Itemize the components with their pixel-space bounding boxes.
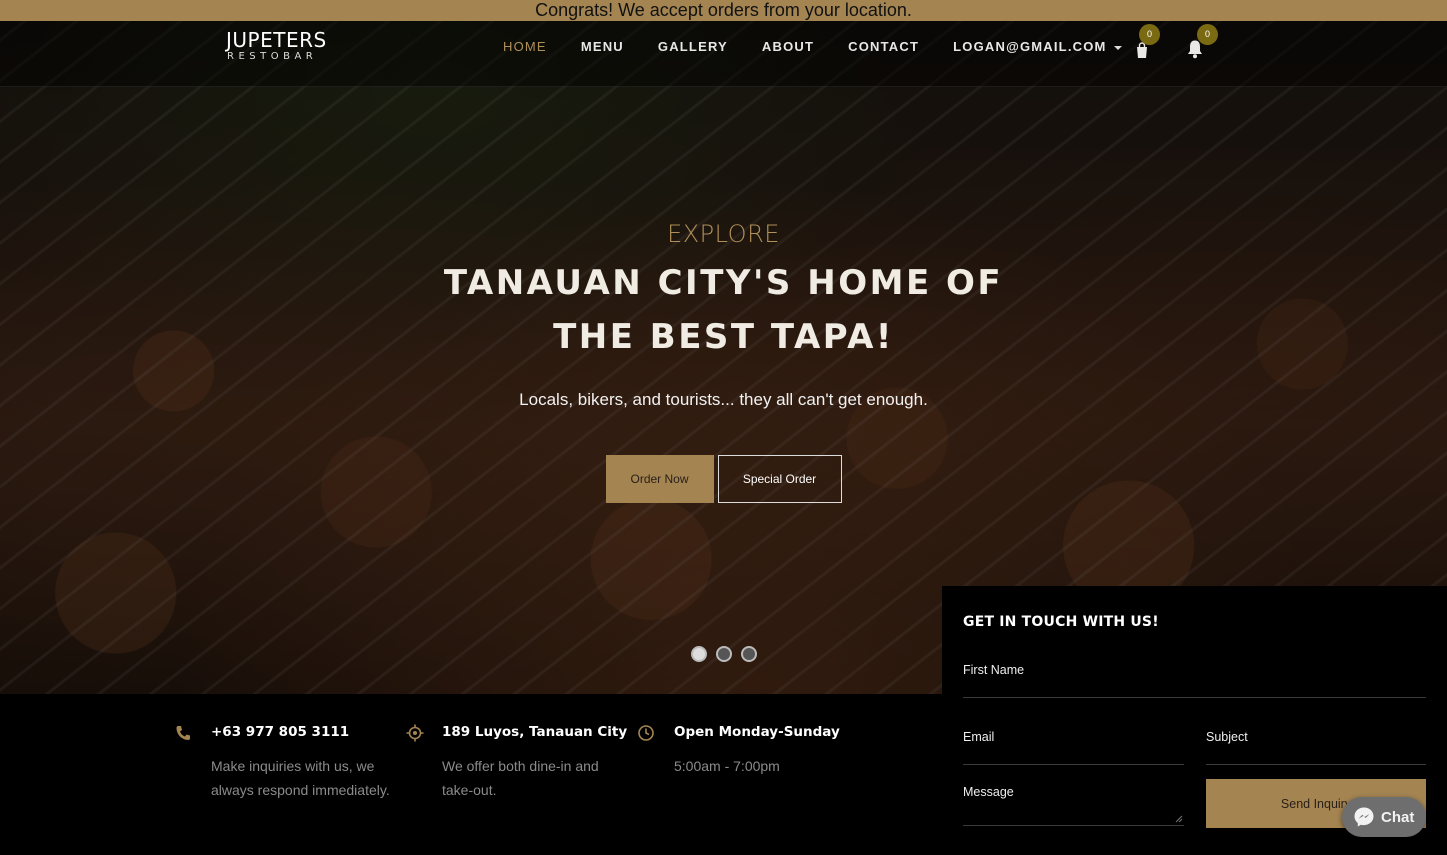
messenger-icon xyxy=(1354,807,1374,827)
subject-placeholder: Subject xyxy=(1206,730,1248,744)
info-address-title: 189 Luyos, Tanauan City xyxy=(442,724,628,740)
subject-field[interactable]: Subject xyxy=(1206,730,1426,765)
chat-label: Chat xyxy=(1381,808,1415,826)
top-navbar: JUPETERS RESTOBAR HOME MENU GALLERY ABOU… xyxy=(0,21,1447,87)
nav-home[interactable]: HOME xyxy=(503,39,547,54)
announcement-bar: Congrats! We accept orders from your loc… xyxy=(0,0,1447,21)
announcement-text: Congrats! We accept orders from your loc… xyxy=(535,0,912,20)
cart-count-badge: 0 xyxy=(1139,24,1160,45)
hero-tagline: Locals, bikers, and tourists... they all… xyxy=(519,390,928,409)
info-phone: +63 977 805 3111 Make inquiries with us,… xyxy=(211,724,401,802)
email-placeholder: Email xyxy=(963,730,995,744)
hero-eyebrow: EXPLORE xyxy=(667,220,780,248)
info-hours-title: Open Monday-Sunday xyxy=(674,724,840,740)
first-name-field[interactable]: First Name xyxy=(963,663,1426,698)
brand-name: JUPETERS xyxy=(226,28,327,52)
account-email: LOGAN@GMAIL.COM xyxy=(953,39,1107,54)
order-now-button[interactable]: Order Now xyxy=(605,455,714,503)
phone-icon xyxy=(176,726,190,740)
nav-about[interactable]: ABOUT xyxy=(762,39,814,54)
info-address: 189 Luyos, Tanauan City We offer both di… xyxy=(442,724,632,802)
nav-gallery[interactable]: GALLERY xyxy=(658,39,728,54)
info-hours-desc: 5:00am - 7:00pm xyxy=(674,758,780,774)
carousel-dot-1[interactable] xyxy=(691,646,707,662)
first-name-placeholder: First Name xyxy=(963,663,1025,677)
email-field[interactable]: Email xyxy=(963,730,1184,765)
message-field[interactable]: Message xyxy=(963,785,1184,826)
hero-content: EXPLORE TANAUAN CITY'S HOME OF THE BEST … xyxy=(0,220,1447,503)
chat-widget-button[interactable]: Chat xyxy=(1342,797,1426,837)
notification-count-badge: 0 xyxy=(1197,24,1218,45)
carousel-dot-2[interactable] xyxy=(716,646,732,662)
info-phone-title[interactable]: +63 977 805 3111 xyxy=(211,724,401,740)
brand-sub: RESTOBAR xyxy=(227,51,318,62)
clock-icon xyxy=(638,725,654,741)
message-placeholder: Message xyxy=(963,785,1014,799)
nav-menu[interactable]: MENU xyxy=(581,39,624,54)
brand-logo[interactable]: JUPETERS RESTOBAR xyxy=(226,29,327,63)
hero-headline: TANAUAN CITY'S HOME OF THE BEST TAPA! xyxy=(443,263,1004,357)
main-menu: HOME MENU GALLERY ABOUT CONTACT LOGAN@GM… xyxy=(503,39,1156,54)
chevron-down-icon xyxy=(1113,45,1122,50)
account-dropdown[interactable]: LOGAN@GMAIL.COM xyxy=(953,39,1122,54)
info-phone-desc: Make inquiries with us, we always respon… xyxy=(211,758,390,798)
carousel-indicators xyxy=(691,646,757,662)
location-icon xyxy=(406,724,424,742)
info-hours: Open Monday-Sunday 5:00am - 7:00pm xyxy=(674,724,874,778)
nav-contact[interactable]: CONTACT xyxy=(848,39,919,54)
carousel-dot-3[interactable] xyxy=(741,646,757,662)
special-order-button[interactable]: Special Order xyxy=(717,455,842,503)
resize-handle-icon[interactable] xyxy=(1175,815,1183,823)
info-address-desc: We offer both dine-in and take-out. xyxy=(442,758,599,798)
contact-heading: GET IN TOUCH WITH US! xyxy=(963,614,1159,630)
